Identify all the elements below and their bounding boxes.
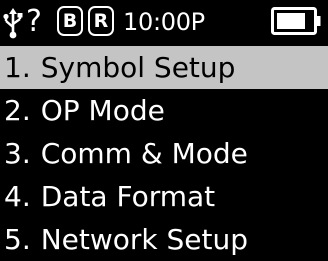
menu-item-data-format[interactable]: 4. Data Format bbox=[0, 175, 328, 218]
help-icon: ? bbox=[26, 4, 42, 39]
clock-time: 10:00P bbox=[123, 8, 205, 36]
menu-item-number: 5. bbox=[4, 223, 31, 256]
menu-item-label: Symbol Setup bbox=[40, 51, 236, 84]
menu-item-label: Comm & Mode bbox=[40, 137, 248, 170]
menu-item-comm-mode[interactable]: 3. Comm & Mode bbox=[0, 132, 328, 175]
menu-item-op-mode[interactable]: 2. OP Mode bbox=[0, 89, 328, 132]
menu-item-label: OP Mode bbox=[40, 94, 165, 127]
r-mode-badge: R bbox=[88, 6, 114, 36]
menu-item-number: 2. bbox=[4, 94, 31, 127]
main-menu: 1. Symbol Setup 2. OP Mode 3. Comm & Mode 4… bbox=[0, 46, 328, 261]
menu-item-symbol-setup[interactable]: 1. Symbol Setup bbox=[0, 46, 328, 89]
menu-item-number: 1. bbox=[4, 51, 31, 84]
menu-item-number: 3. bbox=[4, 137, 31, 170]
menu-item-network-setup[interactable]: 5. Network Setup bbox=[0, 218, 328, 261]
status-bar: ? B R 10:00P bbox=[0, 0, 328, 46]
battery-level-fill bbox=[277, 13, 305, 29]
battery-icon bbox=[271, 7, 321, 35]
bluetooth-mode-badge: B bbox=[57, 6, 83, 36]
menu-item-label: Data Format bbox=[40, 180, 216, 213]
menu-item-label: Network Setup bbox=[40, 223, 249, 256]
usb-icon bbox=[3, 8, 23, 39]
menu-item-number: 4. bbox=[4, 180, 31, 213]
